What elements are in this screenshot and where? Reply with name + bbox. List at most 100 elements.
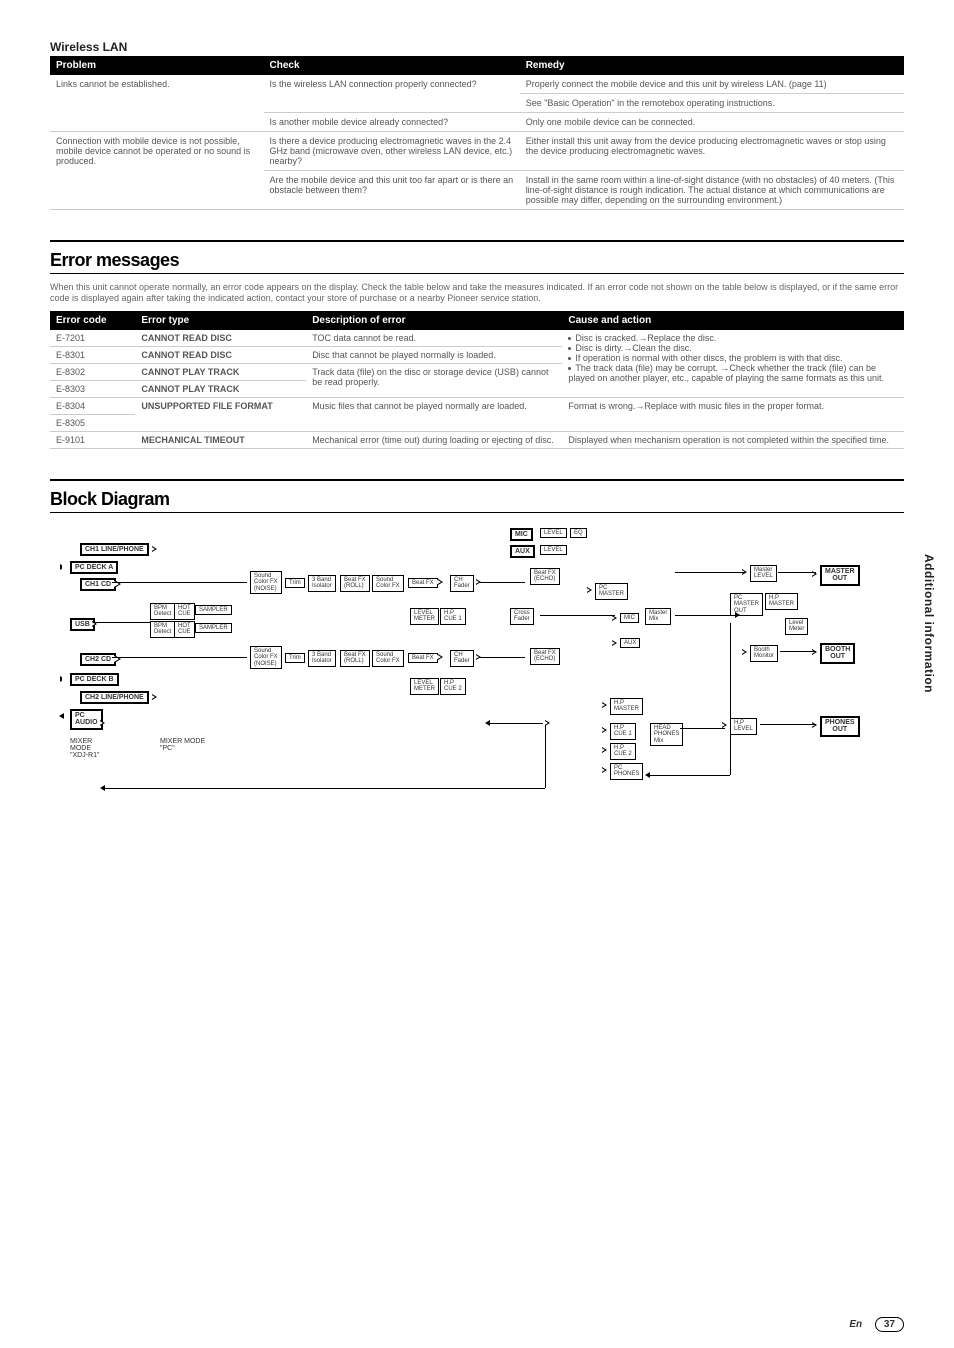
- cell: Disc that cannot be played normally is l…: [306, 346, 562, 363]
- box-sound-colorfx-noise: Sound Color FX (NOISE): [250, 571, 282, 595]
- block-heading: Block Diagram: [50, 489, 904, 510]
- box-master-mix: Master Mix: [645, 608, 671, 625]
- cell: UNSUPPORTED FILE FORMAT: [135, 397, 306, 431]
- box-pc-deck-a: PC DECK A: [70, 561, 118, 575]
- cell: Connection with mobile device is not pos…: [50, 132, 264, 210]
- th-code: Error code: [50, 311, 135, 330]
- box-sound-colorfx-noise: Sound Color FX (NOISE): [250, 646, 282, 670]
- box-hp-level: H.P LEVEL: [730, 718, 757, 735]
- cell: E-8302: [50, 363, 135, 380]
- cell: Music files that cannot be played normal…: [306, 397, 562, 431]
- cell: CANNOT PLAY TRACK: [135, 363, 306, 380]
- box-3band-iso: 3 Band Isolator: [308, 650, 336, 667]
- box-beatfx-roll: Beat FX (ROLL): [340, 575, 370, 592]
- cell: Only one mobile device can be connected.: [520, 113, 904, 132]
- th-remedy: Remedy: [520, 56, 904, 75]
- cell: Links cannot be established.: [50, 75, 264, 132]
- box-cross-fader: Cross Fader: [510, 608, 534, 625]
- box-beatfx: Beat FX: [408, 653, 438, 664]
- box-hp-cue1: H.P CUE 1: [440, 608, 466, 625]
- box-eq: EQ: [570, 528, 587, 539]
- box-level-meter: LEVEL METER: [410, 608, 439, 625]
- footer: En 37: [849, 1317, 904, 1332]
- cell: Is the wireless LAN connection properly …: [264, 75, 520, 113]
- cell: E-8303: [50, 380, 135, 397]
- box-trim: Trim: [285, 653, 305, 664]
- cell: Track data (file) on the disc or storage…: [306, 363, 562, 397]
- box-hot-cue: HOT CUE: [174, 621, 195, 638]
- box-sound-colorfx: Sound Color FX: [372, 575, 404, 592]
- box-bpm-detect: BPM Detect: [150, 621, 175, 638]
- box-level-meter: LEVEL METER: [410, 678, 439, 695]
- label-mixer-mode: MIXER MODE "XDJ-R1": [70, 738, 99, 759]
- cell: See "Basic Operation" in the remotebox o…: [520, 94, 904, 113]
- cell: CANNOT READ DISC: [135, 330, 306, 347]
- box-beatfx: Beat FX: [408, 578, 438, 589]
- cell: Are the mobile device and this unit too …: [264, 171, 520, 210]
- box-pc-master: PC MASTER: [595, 583, 628, 600]
- box-mic: MIC: [510, 528, 533, 542]
- cell: CANNOT PLAY TRACK: [135, 380, 306, 397]
- box-booth-monitor: Booth Monitor: [750, 645, 778, 662]
- box-bpm-detect: BPM Detect: [150, 603, 175, 620]
- box-hot-cue: HOT CUE: [174, 603, 195, 620]
- box-ch2-line-phone: CH2 LINE/PHONE: [80, 691, 149, 705]
- cell: Format is wrong.→Replace with music file…: [562, 397, 904, 431]
- box-phones-out: PHONES OUT: [820, 716, 860, 737]
- box-pc-deck-b: PC DECK B: [70, 673, 119, 687]
- cell: E-7201: [50, 330, 135, 347]
- error-intro: When this unit cannot operate normally, …: [50, 282, 904, 305]
- box-ch2-cd: CH2 CD: [80, 653, 116, 667]
- box-mic: MIC: [620, 613, 639, 624]
- cell: Disc is cracked.→Replace the disc. Disc …: [562, 330, 904, 398]
- box-headphones-mix: HEAD PHONES Mix: [650, 723, 683, 747]
- box-hp-cue1: H.P CUE 1: [610, 723, 636, 740]
- box-master-out: MASTER OUT: [820, 565, 860, 586]
- box-booth-out: BOOTH OUT: [820, 643, 855, 664]
- box-3band-iso: 3 Band Isolator: [308, 575, 336, 592]
- box-sampler: SAMPLER: [195, 623, 232, 634]
- cell: Properly connect the mobile device and t…: [520, 75, 904, 94]
- error-table: Error code Error type Description of err…: [50, 311, 904, 449]
- cell: E-8304: [50, 397, 135, 414]
- error-heading: Error messages: [50, 250, 904, 271]
- th-check: Check: [264, 56, 520, 75]
- cell: TOC data cannot be read.: [306, 330, 562, 347]
- cell: Install in the same room within a line-o…: [520, 171, 904, 210]
- box-level-meter: Level Meter: [785, 618, 808, 635]
- box-master-level: Master LEVEL: [750, 565, 777, 582]
- label-mixer-mode-pc: MIXER MODE "PC": [160, 738, 205, 752]
- cell: E-8305: [50, 414, 135, 431]
- box-beatfx-echo: Beat FX (ECHO): [530, 568, 560, 585]
- footer-lang: En: [849, 1319, 862, 1330]
- box-hp-cue2: H.P CUE 2: [610, 743, 636, 760]
- box-ch-fader: CH Fader: [450, 650, 474, 667]
- box-aux: AUX: [510, 545, 535, 559]
- wireless-lan-title: Wireless LAN: [50, 40, 904, 54]
- cell: E-8301: [50, 346, 135, 363]
- th-desc: Description of error: [306, 311, 562, 330]
- box-level: LEVEL: [540, 528, 567, 539]
- cell: Either install this unit away from the d…: [520, 132, 904, 171]
- box-trim: Trim: [285, 578, 305, 589]
- th-type: Error type: [135, 311, 306, 330]
- box-level: LEVEL: [540, 545, 567, 556]
- block-diagram: CH1 LINE/PHONE PC DECK A CH1 CD USB CH2 …: [50, 523, 904, 823]
- box-hp-cue2: H.P CUE 2: [440, 678, 466, 695]
- wireless-table: Problem Check Remedy Links cannot be est…: [50, 56, 904, 210]
- box-ch1-cd: CH1 CD: [80, 578, 116, 592]
- box-hp-master: H.P MASTER: [765, 593, 798, 610]
- cell: CANNOT READ DISC: [135, 346, 306, 363]
- box-aux: AUX: [620, 638, 640, 649]
- cell: Displayed when mechanism operation is no…: [562, 431, 904, 448]
- cell: Is there a device producing electromagne…: [264, 132, 520, 171]
- box-ch1-line-phone: CH1 LINE/PHONE: [80, 543, 149, 557]
- box-beatfx-echo: Beat FX (ECHO): [530, 648, 560, 665]
- box-beatfx-roll: Beat FX (ROLL): [340, 650, 370, 667]
- th-cause: Cause and action: [562, 311, 904, 330]
- footer-page: 37: [875, 1317, 904, 1332]
- box-pc-phones: PC PHONES: [610, 763, 643, 780]
- cell: Mechanical error (time out) during loadi…: [306, 431, 562, 448]
- th-problem: Problem: [50, 56, 264, 75]
- side-label: Additional information: [922, 554, 936, 693]
